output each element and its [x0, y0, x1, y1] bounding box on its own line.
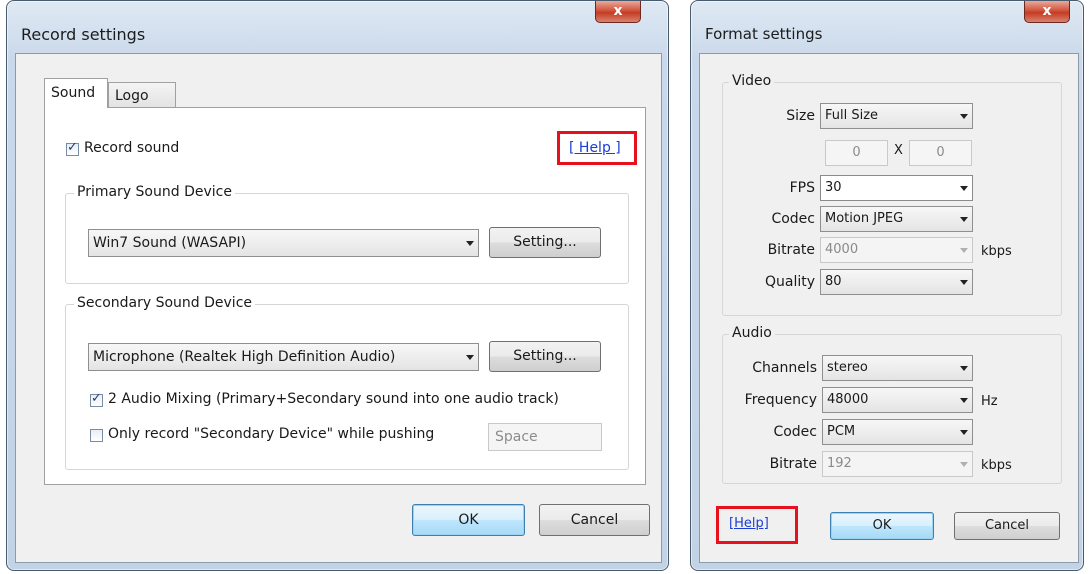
format-client-area: Video Size Full Size 0 X 0 FPS 30 Codec … [699, 53, 1079, 563]
chevron-down-icon [466, 355, 474, 360]
audio-mixing-checkbox[interactable] [90, 391, 103, 407]
close-icon: x [1042, 3, 1052, 19]
window-title: Record settings [21, 25, 146, 44]
video-group: Video Size Full Size 0 X 0 FPS 30 Codec … [722, 73, 1062, 316]
audio-mixing-label: 2 Audio Mixing (Primary+Secondary sound … [108, 391, 559, 407]
ok-button[interactable]: OK [830, 512, 934, 540]
tab-sound[interactable]: Sound [44, 78, 108, 108]
primary-sound-device-legend: Primary Sound Device [74, 184, 235, 200]
only-record-label: Only record "Secondary Device" while pus… [108, 426, 435, 442]
frequency-label: Frequency [744, 392, 817, 408]
width-field[interactable]: 0 [825, 140, 888, 166]
close-icon: x [613, 3, 623, 19]
help-highlight [716, 506, 798, 544]
hotkey-field[interactable]: Space [488, 423, 602, 451]
close-button[interactable]: x [595, 1, 641, 23]
chevron-down-icon [960, 366, 968, 371]
primary-device-select[interactable]: Win7 Sound (WASAPI) [88, 229, 479, 257]
cancel-button[interactable]: Cancel [954, 512, 1060, 540]
channels-label: Channels [752, 360, 817, 376]
record-settings-window: Record settings x Sound Logo Record soun… [6, 0, 669, 571]
frequency-select[interactable]: 48000 [822, 387, 973, 413]
audio-bitrate-unit: kbps [981, 458, 1012, 473]
fps-label: FPS [789, 180, 815, 196]
record-sound-label: Record sound [84, 140, 180, 156]
frequency-unit: Hz [981, 394, 998, 409]
audio-codec-select[interactable]: PCM [822, 419, 973, 445]
audio-group: Audio Channels stereo Frequency 48000 Hz… [722, 325, 1062, 484]
quality-select[interactable]: 80 [820, 269, 973, 295]
chevron-down-icon [466, 241, 474, 246]
only-record-checkbox[interactable] [90, 429, 103, 442]
audio-bitrate-label: Bitrate [769, 456, 817, 472]
chevron-down-icon [960, 217, 968, 222]
ok-button[interactable]: OK [412, 504, 525, 536]
height-field[interactable]: 0 [909, 140, 972, 166]
chevron-down-icon [960, 462, 968, 467]
quality-label: Quality [764, 274, 815, 290]
chevron-down-icon [960, 398, 968, 403]
secondary-sound-device-group: Secondary Sound Device Microphone (Realt… [65, 295, 629, 470]
primary-setting-button[interactable]: Setting... [489, 227, 601, 258]
chevron-down-icon [960, 114, 968, 119]
secondary-device-select[interactable]: Microphone (Realtek High Definition Audi… [88, 343, 479, 371]
chevron-down-icon [960, 248, 968, 253]
size-select[interactable]: Full Size [820, 103, 973, 129]
audio-codec-label: Codec [773, 424, 817, 440]
fps-select[interactable]: 30 [820, 175, 973, 201]
audio-bitrate-select[interactable]: 192 [822, 451, 973, 477]
record-client-area: Sound Logo Record sound [ Help ] Primary… [15, 53, 662, 563]
video-codec-select[interactable]: Motion JPEG [820, 206, 973, 232]
sound-tab-page: Record sound [ Help ] Primary Sound Devi… [44, 107, 646, 485]
video-legend: Video [729, 73, 775, 89]
codec-label: Codec [771, 211, 815, 227]
chevron-down-icon [960, 430, 968, 435]
record-sound-checkbox[interactable] [66, 140, 79, 156]
channels-select[interactable]: stereo [822, 355, 973, 381]
cancel-button[interactable]: Cancel [539, 504, 650, 536]
tab-logo[interactable]: Logo [108, 82, 176, 108]
audio-legend: Audio [729, 325, 775, 341]
video-bitrate-select[interactable]: 4000 [820, 237, 973, 263]
size-separator: X [894, 143, 903, 158]
chevron-down-icon [960, 186, 968, 191]
secondary-setting-button[interactable]: Setting... [489, 341, 601, 372]
help-highlight [557, 131, 637, 165]
window-title: Format settings [705, 25, 823, 43]
primary-sound-device-group: Primary Sound Device Win7 Sound (WASAPI)… [65, 184, 629, 284]
bitrate-label: Bitrate [767, 242, 815, 258]
format-settings-window: Format settings x Video Size Full Size 0… [690, 0, 1084, 571]
secondary-sound-device-legend: Secondary Sound Device [74, 295, 256, 311]
chevron-down-icon [960, 280, 968, 285]
size-label: Size [786, 108, 815, 124]
bitrate-unit: kbps [981, 244, 1012, 259]
close-button[interactable]: x [1024, 1, 1070, 23]
